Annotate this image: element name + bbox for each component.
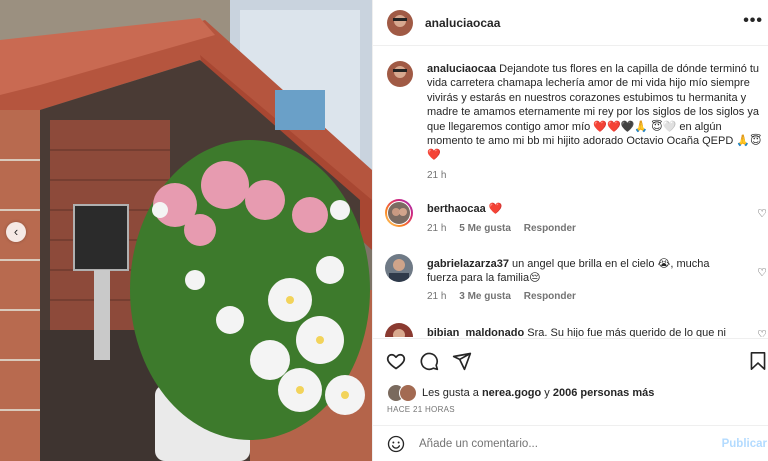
like-heart-icon[interactable] xyxy=(386,351,406,371)
reply-button[interactable]: Responder xyxy=(524,223,576,234)
likes-summary: Les gusta a nerea.gogo y 2006 personas m… xyxy=(373,381,768,405)
author-avatar[interactable] xyxy=(387,10,413,36)
caption-body: Dejandote tus flores en la capilla de dó… xyxy=(427,63,762,162)
caption-time[interactable]: 21 h xyxy=(427,170,446,181)
comment-text: gabrielazarza37 un angel que brilla en e… xyxy=(427,257,737,286)
post-actions xyxy=(373,338,768,380)
commenter-avatar[interactable] xyxy=(385,254,413,282)
liker-username[interactable]: nerea.gogo xyxy=(482,387,541,399)
comment-item: bibian_maldonado Sra. Su hijo fue más qu… xyxy=(373,323,768,337)
comment-like-heart-icon[interactable]: ♡ xyxy=(757,207,767,220)
comment-like-heart-icon[interactable]: ♡ xyxy=(757,266,767,279)
caption-username[interactable]: analuciaocaa xyxy=(427,63,496,75)
post-age[interactable]: HACE 21 HORAS xyxy=(387,405,455,414)
comment-likes[interactable]: 5 Me gusta xyxy=(459,223,511,234)
bookmark-icon[interactable] xyxy=(749,351,768,371)
comment-text: bibian_maldonado Sra. Su hijo fue más qu… xyxy=(427,326,737,337)
emoji-smiley-icon[interactable] xyxy=(387,435,405,453)
comment-time[interactable]: 21 h xyxy=(427,291,446,302)
caption-avatar[interactable] xyxy=(387,61,413,87)
comment-meta: 21 h 5 Me gusta Responder xyxy=(427,223,586,234)
likes-text: Les gusta a nerea.gogo y 2006 personas m… xyxy=(422,387,654,399)
commenter-avatar[interactable] xyxy=(385,323,413,337)
comments-list[interactable]: analuciaocaa Dejandote tus flores en la … xyxy=(373,47,768,337)
share-paper-plane-icon[interactable] xyxy=(452,351,472,371)
comment-meta: 21 h 3 Me gusta Responder xyxy=(427,291,586,302)
comment-input[interactable] xyxy=(419,435,699,453)
comment-text: berthaocaa ❤️ xyxy=(427,202,737,216)
likes-joiner: y xyxy=(544,387,550,399)
commenter-username[interactable]: berthaocaa xyxy=(427,203,486,215)
comment-icon[interactable] xyxy=(419,351,439,371)
reply-button[interactable]: Responder xyxy=(524,291,576,302)
comment-item: berthaocaa ❤️ 21 h 5 Me gusta Responder … xyxy=(373,199,768,259)
carousel-prev-button[interactable]: ‹ xyxy=(6,222,26,242)
add-comment-bar: Publicar xyxy=(373,425,768,461)
comment-item: gabrielazarza37 un angel que brilla en e… xyxy=(373,254,768,314)
commenter-username[interactable]: bibian_maldonado xyxy=(427,327,524,337)
likes-prefix: Les gusta a xyxy=(422,387,479,399)
memorial-chapel-photo xyxy=(0,0,372,461)
more-options-icon[interactable]: ••• xyxy=(743,12,763,30)
post-caption: analuciaocaa Dejandote tus flores en la … xyxy=(427,62,762,163)
publish-button[interactable]: Publicar xyxy=(722,438,767,450)
comment-likes[interactable]: 3 Me gusta xyxy=(459,291,511,302)
author-username[interactable]: analuciaocaa xyxy=(425,16,500,30)
post-sidebar: analuciaocaa ••• analuciaocaa Dejandote … xyxy=(372,0,768,461)
commenter-avatar[interactable] xyxy=(385,199,413,227)
comment-like-heart-icon[interactable]: ♡ xyxy=(757,328,767,337)
post-header: analuciaocaa ••• xyxy=(373,0,768,46)
comment-time[interactable]: 21 h xyxy=(427,223,446,234)
liker-avatar xyxy=(399,384,417,402)
comment-body: ❤️ xyxy=(488,203,503,215)
likes-others-link[interactable]: 2006 personas más xyxy=(553,387,655,399)
post-photo: ‹ xyxy=(0,0,372,461)
commenter-username[interactable]: gabrielazarza37 xyxy=(427,258,509,270)
likers-avatars[interactable] xyxy=(387,384,419,402)
